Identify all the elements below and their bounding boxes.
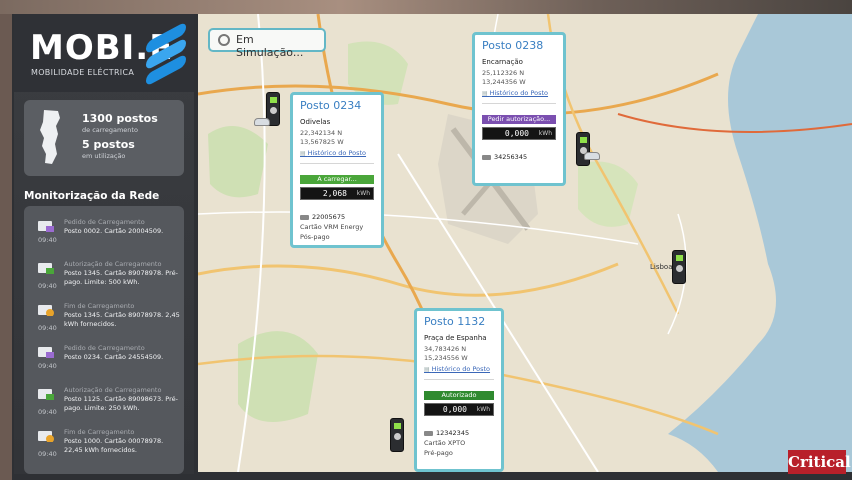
popup-divider [424, 379, 494, 380]
popup-lon: 13,567825 W [300, 138, 344, 146]
popup-divider [482, 103, 556, 104]
feed-title: Pedido de Carregamento [64, 344, 145, 352]
popup-lon: 13,244356 W [482, 78, 526, 86]
card-number: 12342345 [424, 429, 469, 437]
feed-time: 09:40 [38, 236, 57, 244]
meter-unit: kWh [538, 130, 552, 137]
history-link[interactable]: Histórico do Posto [424, 365, 490, 373]
meter-value: 0,000 [442, 405, 467, 414]
in-use-count: 5 postos [82, 138, 135, 151]
popup-place: Encarnação [482, 58, 523, 66]
charger-icon[interactable] [390, 418, 404, 452]
feed-detail: Posto 1345. Cartão 89078978. Pré-pago. L… [64, 269, 178, 286]
popup-title: Posto 0234 [300, 99, 362, 112]
meter-value: 0,000 [504, 129, 529, 138]
feed-time: 09:40 [38, 408, 57, 416]
popup-place: Odivelas [300, 118, 331, 126]
portugal-map-icon [40, 110, 60, 164]
popup-title: Posto 1132 [424, 315, 486, 328]
popup-divider [300, 163, 374, 164]
feed-title: Autorização de Carregamento [64, 260, 162, 268]
feed-title: Autorização de Carregamento [64, 386, 162, 394]
energy-meter: 0,000 kWh [424, 403, 494, 416]
brand-header: MOBI.E MOBILIDADE ELÉCTRICA [14, 14, 194, 92]
posts-label: de carregamento [82, 126, 138, 134]
feed-time: 09:40 [38, 450, 57, 458]
posts-count: 1300 postos [82, 112, 158, 125]
monitor-feed[interactable]: 09:40 Pedido de Carregamento Posto 0002.… [24, 206, 184, 474]
meter-value: 2,068 [322, 189, 347, 198]
meter-unit: kWh [476, 406, 490, 413]
simulation-button[interactable]: Em Simulação... [208, 28, 326, 59]
feed-title: Fim de Carregamento [64, 302, 135, 310]
feed-item[interactable]: 09:40 Fim de Carregamento Posto 1000. Ca… [24, 424, 184, 464]
status-badge: Pedir autorização... [482, 115, 556, 124]
charger-icon[interactable] [576, 132, 590, 166]
feed-detail: Posto 0234. Cartão 24554509. [64, 353, 164, 361]
authorization-icon [38, 263, 54, 274]
energy-meter: 0,000 kWh [482, 127, 556, 140]
city-map[interactable]: Em Simulação... Lisboa Posto 0234 Odivel… [198, 14, 852, 472]
card-number: 22005675 [300, 213, 345, 221]
brand-subtitle: MOBILIDADE ELÉCTRICA [31, 68, 135, 77]
charger-icon[interactable] [672, 250, 686, 284]
card-plan: Pré-pago [424, 449, 453, 457]
car-icon [254, 118, 270, 126]
simulation-label: Em Simulação... [236, 33, 304, 59]
end-charge-icon [38, 305, 54, 316]
feed-time: 09:40 [38, 282, 57, 290]
station-popup-0234[interactable]: Posto 0234 Odivelas 22,342134 N 13,56782… [290, 92, 384, 248]
feed-detail: Posto 0002. Cartão 20004509. [64, 227, 164, 235]
request-icon [38, 347, 54, 358]
feed-item[interactable]: 09:40 Autorização de Carregamento Posto … [24, 382, 184, 422]
feed-title: Pedido de Carregamento [64, 218, 145, 226]
feed-title: Fim de Carregamento [64, 428, 135, 436]
popup-lat: 34,783426 N [424, 345, 467, 353]
popup-lat: 22,342134 N [300, 129, 343, 137]
card-number: 34256345 [482, 153, 527, 161]
popup-lat: 25,112326 N [482, 69, 525, 77]
station-popup-0238[interactable]: Posto 0238 Encarnação 25,112326 N 13,244… [472, 32, 566, 186]
clock-icon [218, 34, 230, 46]
sidebar: MOBI.E MOBILIDADE ELÉCTRICA 1300 postos … [14, 14, 194, 474]
history-link[interactable]: Histórico do Posto [482, 89, 548, 97]
feed-detail: Posto 1125. Cartão 89098673. Pré-pago. L… [64, 395, 178, 412]
popup-title: Posto 0238 [482, 39, 544, 52]
status-badge: A carregar... [300, 175, 374, 184]
feed-time: 09:40 [38, 362, 57, 370]
card-type: Cartão VRM Energy [300, 223, 364, 231]
in-use-label: em utilização [82, 152, 126, 160]
background-strip [0, 0, 852, 14]
map-label-lisboa: Lisboa [650, 263, 673, 271]
network-stats: 1300 postos de carregamento 5 postos em … [24, 100, 184, 176]
feed-item[interactable]: 09:40 Fim de Carregamento Posto 1345. Ca… [24, 298, 184, 338]
card-plan: Pós-pago [300, 233, 330, 241]
feed-time: 09:40 [38, 324, 57, 332]
request-icon [38, 221, 54, 232]
card-type: Cartão XPTO [424, 439, 466, 447]
status-badge: Autorizado [424, 391, 494, 400]
end-charge-icon [38, 431, 54, 442]
monitor-title: Monitorização da Rede [24, 190, 160, 202]
car-icon [584, 152, 600, 160]
feed-item[interactable]: 09:40 Pedido de Carregamento Posto 0234.… [24, 340, 184, 380]
feed-item[interactable]: 09:40 Autorização de Carregamento Posto … [24, 256, 184, 296]
energy-meter: 2,068 kWh [300, 187, 374, 200]
popup-lon: 15,234556 W [424, 354, 468, 362]
popup-place: Praça de Espanha [424, 334, 487, 342]
authorization-icon [38, 389, 54, 400]
feed-detail: Posto 1000. Cartão 00078978. 22,45 kWh f… [64, 437, 164, 454]
feed-item[interactable]: 09:40 Pedido de Carregamento Posto 0002.… [24, 214, 184, 254]
history-link[interactable]: Histórico do Posto [300, 149, 366, 157]
station-popup-1132[interactable]: Posto 1132 Praça de Espanha 34,783426 N … [414, 308, 504, 472]
brand-logo-icon [144, 21, 188, 87]
critical-logo: Critical [788, 450, 851, 474]
meter-unit: kWh [356, 190, 370, 197]
feed-detail: Posto 1345. Cartão 89078978. 2,45 kWh fo… [64, 311, 180, 328]
